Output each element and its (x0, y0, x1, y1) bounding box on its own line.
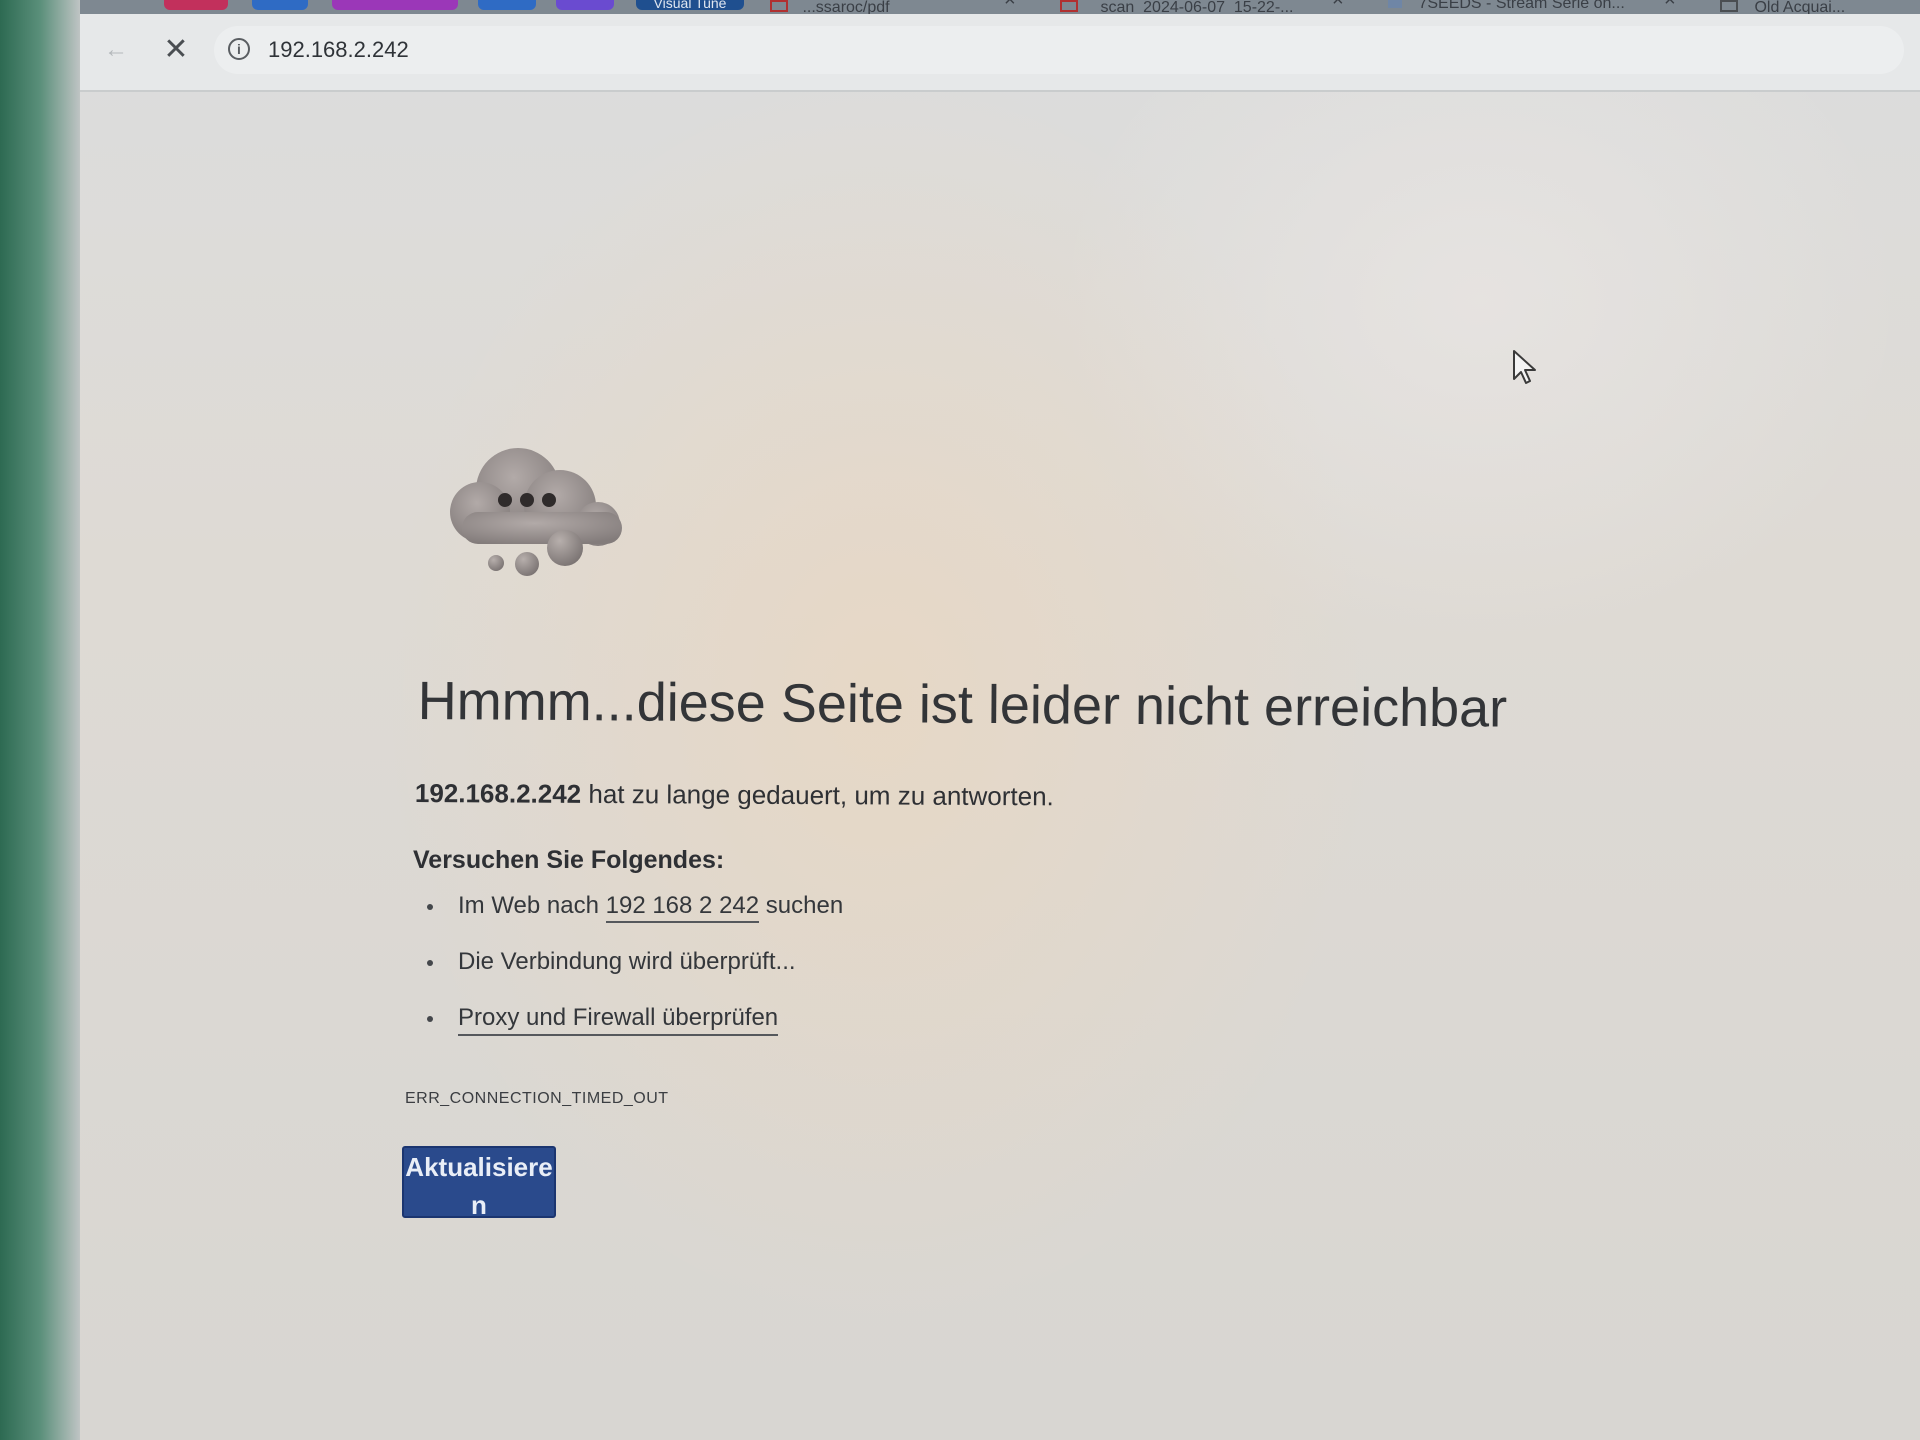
site-icon (1388, 0, 1402, 8)
error-code: ERR_CONNECTION_TIMED_OUT (405, 1090, 669, 1107)
tab-visual-tune[interactable]: Visual Tune (636, 0, 744, 10)
page-title: Hmmm...diese Seite ist leider nicht erre… (417, 671, 1508, 739)
search-link[interactable]: 192 168 2 242 (605, 892, 760, 923)
try-heading: Versuchen Sie Folgendes: (413, 846, 725, 874)
mouse-cursor-icon (1513, 350, 1536, 384)
pinned-tab-4[interactable] (478, 0, 536, 10)
pinned-tab-3[interactable] (332, 0, 458, 10)
suggestion-text: Im Web nach 192 168 2 242 suchen (458, 892, 844, 923)
browser-toolbar: ← ✕ i 192.168.2.242 (80, 14, 1920, 92)
cloud-thinking-icon (450, 448, 622, 576)
tab-label: scan_2024-06-07_15-22-... (1100, 0, 1294, 14)
bullet-icon (427, 960, 433, 966)
back-arrow-icon[interactable]: ← (104, 36, 132, 64)
screen: Visual Tune ...ssaroc/pdf × scan_2024-06… (0, 0, 1920, 1440)
description-text: hat zu lange gedauert, um zu antworten. (581, 778, 1054, 812)
tab-old-acquai[interactable]: Old Acquai... (1720, 0, 1920, 14)
tab-label: 7SEEDS - Stream Serie on... (1418, 0, 1625, 12)
error-description: 192.168.2.242 hat zu lange gedauert, um … (415, 778, 1054, 812)
tab-pdf[interactable]: ...ssaroc/pdf × (770, 0, 1030, 14)
pinned-tab-1[interactable] (164, 0, 228, 10)
tab-7seeds[interactable]: 7SEEDS - Stream Serie on... × (1388, 0, 1688, 14)
pinned-tab-2[interactable] (252, 0, 308, 10)
reload-button[interactable]: Aktualisieren (402, 1146, 556, 1218)
close-icon[interactable]: × (1664, 0, 1676, 10)
checking-text: Die Verbindung wird überprüft... (458, 948, 796, 975)
tab-strip: Visual Tune ...ssaroc/pdf × scan_2024-06… (80, 0, 1920, 14)
tab-label: Old Acquai... (1754, 0, 1846, 14)
bullet-icon (427, 1016, 433, 1022)
pdf-icon (1060, 0, 1078, 12)
proxy-firewall-link[interactable]: Proxy und Firewall überprüfen (458, 1004, 779, 1036)
tab-scan[interactable]: scan_2024-06-07_15-22-... × (1060, 0, 1360, 14)
pdf-icon (770, 0, 788, 12)
browser-window: Visual Tune ...ssaroc/pdf × scan_2024-06… (80, 0, 1920, 1440)
search-suffix: suchen (759, 892, 844, 919)
close-icon[interactable]: ✕ (160, 34, 192, 66)
info-icon[interactable]: i (228, 38, 250, 60)
doc-icon (1720, 0, 1738, 12)
address-bar[interactable]: i 192.168.2.242 (214, 26, 1904, 74)
close-icon[interactable]: × (1332, 0, 1344, 10)
host-name: 192.168.2.242 (414, 778, 582, 809)
address-text[interactable]: 192.168.2.242 (268, 37, 409, 63)
bullet-icon (427, 904, 433, 910)
tab-label: Visual Tune (653, 0, 727, 10)
pinned-tab-5[interactable] (556, 0, 614, 10)
search-prefix: Im Web nach (458, 892, 606, 919)
close-icon[interactable]: × (1004, 0, 1016, 10)
tab-label: ...ssaroc/pdf (802, 0, 890, 14)
